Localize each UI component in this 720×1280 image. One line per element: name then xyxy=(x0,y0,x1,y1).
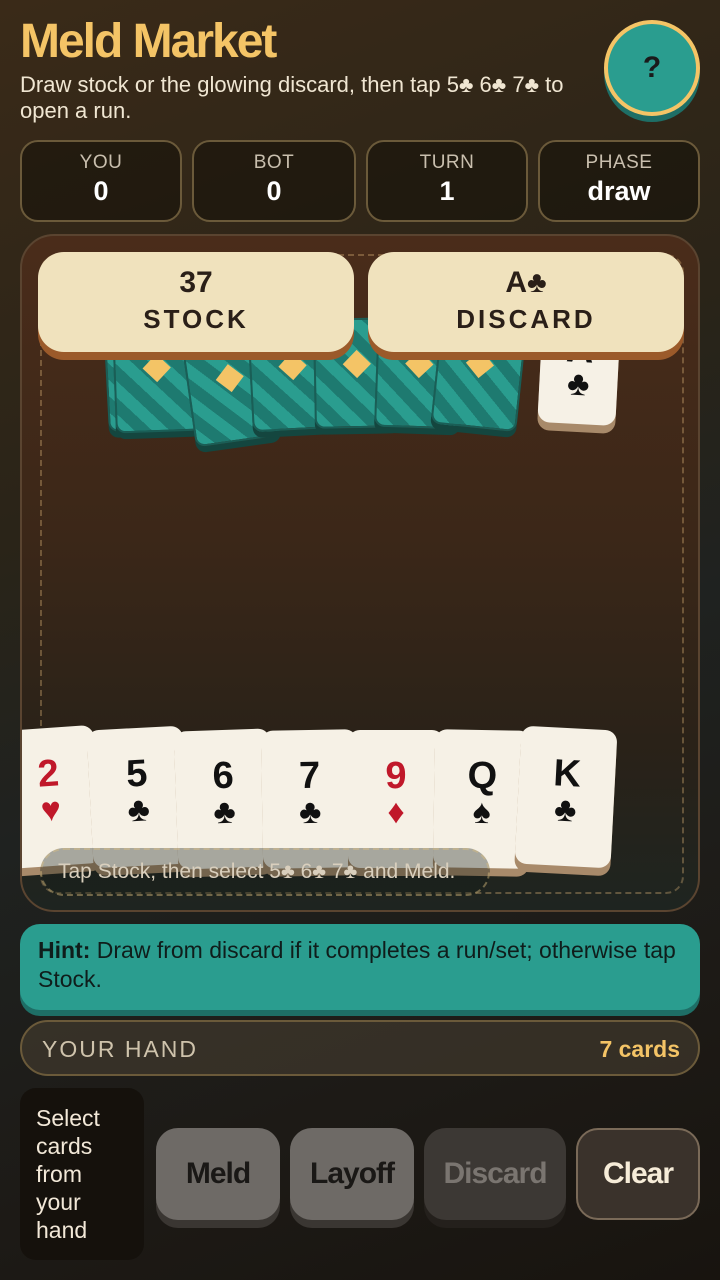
stat-value: 1 xyxy=(439,176,455,206)
stat-turn: TURN 1 xyxy=(366,140,528,222)
diamond-icon xyxy=(215,364,244,393)
diamond-icon xyxy=(142,353,171,383)
game-table: A ♣ 37 STOCK A♣ DISCARD 2 ♥ 5 ♣ 6 ♣ 7 ♣ … xyxy=(20,234,700,912)
selection-prompt: Select cards from your hand xyxy=(20,1088,144,1260)
stat-label: TURN xyxy=(419,152,475,173)
hand-card[interactable]: K ♣ xyxy=(514,725,618,869)
card-rank: 9 xyxy=(385,755,407,797)
discard-button[interactable]: A♣ DISCARD xyxy=(368,252,684,352)
stat-phase: PHASE draw xyxy=(538,140,700,222)
game-title: Meld Market xyxy=(20,15,277,68)
club-icon: ♣ xyxy=(553,790,578,830)
club-icon: ♣ xyxy=(212,792,237,832)
club-icon: ♣ xyxy=(126,790,151,830)
diamond-icon xyxy=(342,349,371,379)
meld-button[interactable]: Meld xyxy=(156,1128,280,1220)
stat-value: draw xyxy=(587,176,651,206)
stock-button[interactable]: 37 STOCK xyxy=(38,252,354,352)
heart-icon: ♥ xyxy=(39,790,63,830)
hint-label: Hint: xyxy=(38,937,91,963)
diamond-icon xyxy=(405,349,434,379)
club-icon: ♣ xyxy=(298,792,322,832)
stat-value: 0 xyxy=(93,176,109,206)
card-rank: 6 xyxy=(211,754,235,798)
stat-label: YOU xyxy=(79,152,123,173)
clear-button[interactable]: Clear xyxy=(576,1128,700,1220)
game-subtitle: Draw stock or the glowing discard, then … xyxy=(20,72,564,123)
stat-label: PHASE xyxy=(585,152,653,173)
hand-card-count: 7 cards xyxy=(599,1036,680,1062)
stat-value: 0 xyxy=(266,176,282,206)
stat-label: BOT xyxy=(253,152,295,173)
discard-top-label: A♣ xyxy=(505,266,547,299)
stat-bot: BOT 0 xyxy=(192,140,356,222)
layoff-button[interactable]: Layoff xyxy=(290,1128,414,1220)
hand-bar: YOUR HAND 7 cards xyxy=(20,1020,700,1076)
hint-text: Draw from discard if it completes a run/… xyxy=(38,937,676,992)
diamond-icon: ♦ xyxy=(387,793,405,831)
diamond-icon xyxy=(465,349,495,379)
score-bar: YOU 0 BOT 0 TURN 1 PHASE draw xyxy=(20,140,700,222)
help-button[interactable]: ? xyxy=(604,20,700,116)
stock-count: 37 xyxy=(179,266,213,299)
table-instruction: Tap Stock, then select 5♣ 6♣ 7♣ and Meld… xyxy=(40,848,490,896)
hint-banner: Hint: Draw from discard if it completes … xyxy=(20,924,700,1010)
stat-you: YOU 0 xyxy=(20,140,182,222)
discard-label: DISCARD xyxy=(456,304,596,334)
card-rank: 7 xyxy=(298,754,321,798)
club-icon: ♣ xyxy=(566,364,591,404)
card-rank: Q xyxy=(467,754,498,798)
discard-action-button[interactable]: Discard xyxy=(424,1128,566,1220)
diamond-icon xyxy=(278,351,307,381)
stock-label: STOCK xyxy=(143,304,249,334)
hand-bar-label: YOUR HAND xyxy=(42,1036,199,1062)
